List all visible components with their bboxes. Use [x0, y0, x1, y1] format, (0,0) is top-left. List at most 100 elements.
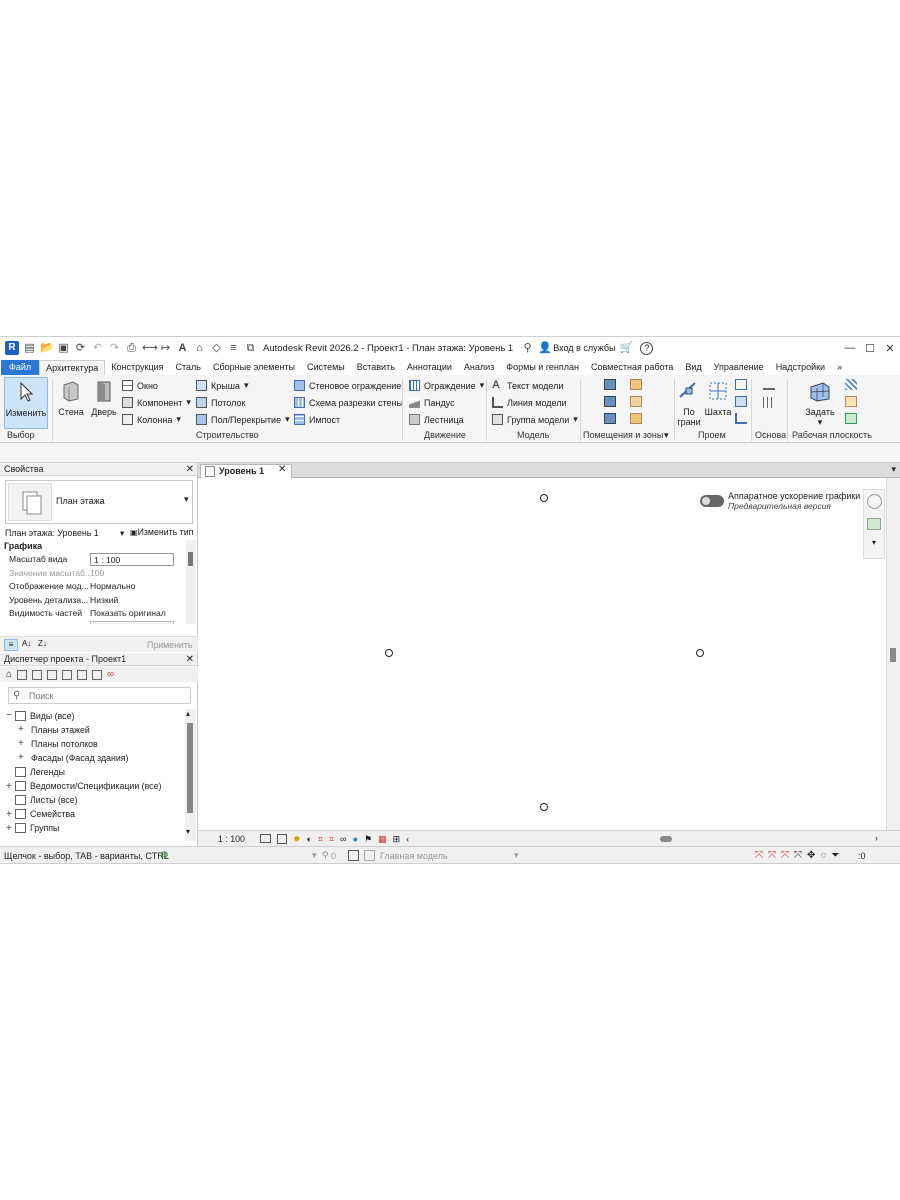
chevron-left-icon[interactable]: ‹: [406, 834, 409, 845]
sun-path-icon[interactable]: ✹: [293, 834, 301, 845]
tab-8[interactable]: Анализ: [458, 360, 500, 375]
constraints-icon[interactable]: ⊞: [393, 834, 401, 845]
properties-scrollbar[interactable]: [186, 540, 196, 624]
elevation-marker-east[interactable]: [696, 649, 704, 657]
horizontal-scroll-thumb[interactable]: [660, 836, 672, 842]
expand-icon[interactable]: +: [6, 781, 15, 792]
room-icon[interactable]: [604, 379, 616, 390]
model-line-button[interactable]: Линия модели: [492, 395, 567, 410]
crop-region-icon[interactable]: ⌗: [329, 834, 334, 845]
select-underlay-icon[interactable]: ⤧: [768, 850, 776, 861]
floor-button[interactable]: Пол/Перекрытие ▾: [196, 412, 290, 427]
tab-10[interactable]: Совместная работа: [585, 360, 679, 375]
expand-icon[interactable]: +: [18, 738, 27, 749]
tree-item[interactable]: Легенды: [6, 765, 65, 778]
browser-view-icon[interactable]: [17, 669, 28, 680]
property-row[interactable]: Масштаб вида 1 : 100: [0, 553, 186, 566]
apply-button[interactable]: Применить: [147, 640, 192, 650]
hw-accel-toggle[interactable]: [700, 495, 724, 507]
tree-item[interactable]: + Фасады (Фасад здания): [18, 751, 128, 764]
user-icon[interactable]: 👤: [538, 342, 552, 355]
browser-group-icon[interactable]: [77, 669, 88, 680]
chevron-down-icon[interactable]: ▾: [664, 430, 669, 441]
highlight-displacement-icon[interactable]: ▦: [378, 834, 387, 845]
column-button[interactable]: Колонна ▾: [122, 412, 181, 427]
property-value[interactable]: Изменить...: [90, 620, 174, 624]
sort-icon[interactable]: ≡: [4, 639, 18, 651]
select-links-icon[interactable]: ⤧: [755, 850, 763, 861]
graphics-section[interactable]: Графика: [4, 541, 42, 551]
crop-view-icon[interactable]: ⌗: [318, 834, 323, 845]
tab-12[interactable]: Управление: [708, 360, 770, 375]
filter-icon[interactable]: ⏷: [831, 850, 839, 861]
roof-button[interactable]: Крыша ▾: [196, 378, 248, 393]
sort-desc-icon[interactable]: Z↓: [38, 639, 47, 648]
measure-icon[interactable]: ⟷: [142, 342, 158, 355]
mullion-button[interactable]: Импост: [294, 412, 340, 427]
close-icon[interactable]: ✕: [278, 464, 286, 475]
shadows-icon[interactable]: ◐: [307, 834, 312, 845]
room-group-label[interactable]: Помещения и зоны: [583, 430, 663, 440]
scroll-thumb[interactable]: [188, 552, 193, 566]
detail-level-icon[interactable]: [260, 834, 271, 843]
reveal-hidden-icon[interactable]: ●: [353, 834, 358, 845]
redo-icon[interactable]: ↷: [108, 342, 121, 355]
expand-icon[interactable]: +: [18, 724, 27, 735]
undo-icon[interactable]: ↶: [91, 342, 104, 355]
chevron-down-icon[interactable]: ▾: [120, 528, 124, 539]
wall-button[interactable]: Стена: [56, 377, 86, 417]
curtain-grid-button[interactable]: Схема разрезки стены: [294, 395, 403, 410]
background-process-icon[interactable]: ◌: [820, 850, 826, 861]
chevron-right-icon[interactable]: ›: [875, 833, 878, 843]
vertical-scrollbar[interactable]: [886, 478, 900, 830]
instance-filter[interactable]: План этажа: Уровень 1: [5, 528, 99, 538]
editable-model-icon[interactable]: [364, 850, 375, 861]
railing-button[interactable]: Ограждение ▾: [409, 378, 484, 393]
room-tag-icon[interactable]: [604, 396, 616, 407]
set-workplane-button[interactable]: Задать ▾: [803, 377, 837, 428]
scroll-thumb[interactable]: [187, 723, 193, 813]
section-icon[interactable]: ◇: [210, 342, 223, 355]
select-by-face-icon[interactable]: ⤧: [794, 850, 802, 861]
tab-1[interactable]: Архитектура: [39, 360, 106, 375]
cart-icon[interactable]: 🛒: [619, 342, 633, 355]
browser-schedule-icon[interactable]: [47, 669, 58, 680]
select-pinned-icon[interactable]: ⤧: [781, 850, 789, 861]
window-button[interactable]: Окно: [122, 378, 158, 393]
browser-scrollbar[interactable]: ▴ ▾: [185, 709, 196, 841]
drawing-area[interactable]: Аппаратное ускорение графики Предварител…: [198, 478, 886, 830]
tab-4[interactable]: Сборные элементы: [207, 360, 301, 375]
ref-plane-icon[interactable]: [845, 396, 857, 407]
door-button[interactable]: Дверь: [89, 377, 119, 417]
expand-icon[interactable]: +: [6, 809, 15, 820]
chevron-down-icon[interactable]: ▾: [514, 850, 519, 861]
maximize-button[interactable]: ☐: [860, 342, 880, 355]
tree-item[interactable]: + Группы: [6, 822, 59, 835]
property-row[interactable]: Видимость частей Показать оригинал: [0, 607, 186, 620]
tree-item[interactable]: + Ведомости/Спецификации (все): [6, 780, 161, 793]
tab-2[interactable]: Конструкция: [105, 360, 169, 375]
edit-type-button[interactable]: ▣Изменить тип: [130, 527, 193, 537]
stair-button[interactable]: Лестница: [409, 412, 464, 427]
model-group-button[interactable]: Группа модели ▾: [492, 412, 578, 427]
tag-room-icon[interactable]: [604, 413, 616, 424]
vertical-opening-icon[interactable]: [735, 396, 747, 407]
thin-lines-icon[interactable]: ≡: [227, 342, 240, 355]
close-icon[interactable]: ✕: [186, 653, 194, 666]
close-button[interactable]: ✕: [880, 342, 900, 355]
text-icon[interactable]: A: [176, 342, 189, 355]
zoom-region-icon[interactable]: [867, 518, 881, 530]
view-scale[interactable]: 1 : 100: [218, 834, 245, 844]
elevation-marker-south[interactable]: [540, 803, 548, 811]
print-icon[interactable]: ⎙: [125, 342, 138, 355]
chevron-down-icon[interactable]: ▾: [891, 464, 896, 475]
temp-hide-icon[interactable]: ∞: [340, 834, 346, 845]
open-icon[interactable]: 📂: [40, 342, 54, 355]
more-tabs-icon[interactable]: »: [831, 360, 848, 375]
sort-asc-icon[interactable]: A↓: [22, 639, 31, 648]
home-3d-icon[interactable]: ⌂: [193, 342, 206, 355]
level-icon[interactable]: [763, 379, 775, 390]
browser-link-icon[interactable]: [92, 669, 103, 680]
elevation-marker-north[interactable]: [540, 494, 548, 502]
tab-6[interactable]: Вставить: [351, 360, 401, 375]
